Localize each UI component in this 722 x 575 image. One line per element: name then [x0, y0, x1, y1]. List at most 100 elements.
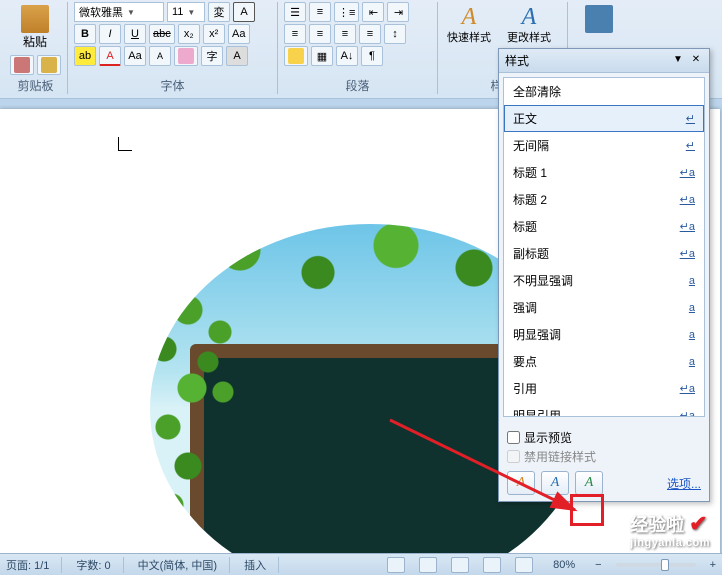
borders-button[interactable]: ▦ — [311, 46, 333, 66]
view-fullscreen-button[interactable] — [419, 557, 437, 573]
style-item-name: 标题 — [513, 218, 680, 235]
change-styles-icon: A — [522, 5, 537, 29]
align-left-button[interactable]: ≡ — [284, 24, 306, 44]
style-item-name: 引用 — [513, 380, 680, 397]
strike-button[interactable]: abc — [149, 24, 175, 44]
view-web-button[interactable] — [451, 557, 469, 573]
disable-linked-checkbox[interactable]: 禁用链接样式 — [507, 448, 701, 465]
style-item-name: 不明显强调 — [513, 272, 689, 289]
style-item[interactable]: 标题 2↵a — [504, 186, 704, 213]
align-center-button[interactable]: ≡ — [309, 24, 331, 44]
clear-format-button[interactable] — [174, 46, 198, 66]
view-draft-button[interactable] — [515, 557, 533, 573]
style-item-name: 标题 2 — [513, 191, 680, 208]
styles-list[interactable]: 全部清除正文↵无间隔↵标题 1↵a标题 2↵a标题↵a副标题↵a不明显强调a强调… — [503, 77, 705, 417]
cut-icon — [14, 57, 30, 73]
zoom-slider-thumb[interactable] — [661, 559, 669, 571]
char-border-button[interactable]: A — [233, 2, 255, 22]
style-item[interactable]: 标题 1↵a — [504, 159, 704, 186]
style-item-name: 无间隔 — [513, 137, 686, 154]
style-item-mark: ↵a — [680, 193, 695, 206]
quick-styles-button[interactable]: A 快速样式 — [444, 2, 494, 48]
bullets-button[interactable]: ☰ — [284, 2, 306, 22]
zoom-slider[interactable] — [616, 563, 696, 567]
styles-options-link[interactable]: 选项... — [667, 475, 701, 492]
style-item[interactable]: 引用↵a — [504, 375, 704, 402]
style-item-mark: ↵ — [686, 112, 695, 125]
indent-inc-button[interactable]: ⇥ — [387, 2, 409, 22]
text-cursor — [118, 137, 132, 151]
numbering-button[interactable]: ≡ — [309, 2, 331, 22]
italic-button[interactable]: I — [99, 24, 121, 44]
view-print-layout-button[interactable] — [387, 557, 405, 573]
style-item[interactable]: 副标题↵a — [504, 240, 704, 267]
disable-linked-label: 禁用链接样式 — [524, 448, 596, 465]
font-name-combo[interactable]: 微软雅黑▼ — [74, 2, 164, 22]
justify-button[interactable]: ≡ — [359, 24, 381, 44]
font-size-value: 11 — [172, 6, 183, 18]
style-inspector-button[interactable]: A — [541, 471, 569, 495]
pane-close-button[interactable]: ✕ — [689, 54, 703, 68]
highlight-button[interactable]: ab — [74, 46, 96, 66]
phonetic-guide-button[interactable]: 変 — [208, 2, 230, 22]
underline-button[interactable]: U — [124, 24, 146, 44]
style-item[interactable]: 无间隔↵ — [504, 132, 704, 159]
disable-linked-input[interactable] — [507, 450, 520, 463]
status-words[interactable]: 字数: 0 — [76, 557, 123, 573]
bold-button[interactable]: B — [74, 24, 96, 44]
superscript-button[interactable]: x² — [203, 24, 225, 44]
format-painter-button[interactable] — [37, 55, 61, 75]
status-insert-mode[interactable]: 插入 — [244, 557, 279, 573]
style-item[interactable]: 全部清除 — [504, 78, 704, 105]
cut-button[interactable] — [10, 55, 34, 75]
style-item[interactable]: 不明显强调a — [504, 267, 704, 294]
status-page[interactable]: 页面: 1/1 — [6, 557, 62, 573]
style-item[interactable]: 要点a — [504, 348, 704, 375]
style-item-name: 副标题 — [513, 245, 680, 262]
zoom-out-button[interactable]: − — [595, 559, 601, 571]
indent-dec-button[interactable]: ⇤ — [362, 2, 384, 22]
font-color-button[interactable]: A — [99, 46, 121, 66]
view-outline-button[interactable] — [483, 557, 501, 573]
show-marks-button[interactable]: ¶ — [361, 46, 383, 66]
group-clipboard: 粘贴 剪贴板 — [4, 2, 68, 94]
char-shading-button[interactable]: A — [226, 46, 248, 66]
new-style-button[interactable]: A — [507, 471, 535, 495]
paste-icon — [21, 5, 49, 33]
style-item[interactable]: 强调a — [504, 294, 704, 321]
zoom-in-button[interactable]: + — [710, 559, 716, 571]
status-language[interactable]: 中文(简体, 中国) — [138, 557, 230, 573]
change-case-button[interactable]: Aa — [228, 24, 250, 44]
show-preview-checkbox[interactable]: 显示预览 — [507, 429, 701, 446]
style-item[interactable]: 明显强调a — [504, 321, 704, 348]
grow-font-button[interactable]: Aa — [124, 46, 146, 66]
quick-styles-icon: A — [462, 5, 477, 29]
align-right-button[interactable]: ≡ — [334, 24, 356, 44]
show-preview-input[interactable] — [507, 431, 520, 444]
change-styles-button[interactable]: A 更改样式 — [504, 2, 554, 48]
shading-button[interactable] — [284, 46, 308, 66]
enclose-char-button[interactable]: 字 — [201, 46, 223, 66]
line-spacing-button[interactable]: ↕ — [384, 24, 406, 44]
sort-button[interactable]: A↓ — [336, 46, 358, 66]
style-item-name: 要点 — [513, 353, 689, 370]
change-styles-label: 更改样式 — [507, 29, 551, 45]
font-size-combo[interactable]: 11▼ — [167, 2, 205, 22]
style-item[interactable]: 明显引用↵a — [504, 402, 704, 417]
pane-dropdown-button[interactable]: ▼ — [671, 54, 685, 68]
watermark-brand: 经验啦 — [630, 515, 684, 535]
find-button[interactable] — [574, 2, 624, 36]
status-bar: 页面: 1/1 字数: 0 中文(简体, 中国) 插入 80% − + — [0, 553, 722, 575]
style-item-name: 强调 — [513, 299, 689, 316]
paste-button[interactable]: 粘贴 — [10, 2, 60, 53]
multilevel-button[interactable]: ⋮≡ — [334, 2, 359, 22]
style-item[interactable]: 标题↵a — [504, 213, 704, 240]
shrink-font-button[interactable]: A — [149, 46, 171, 66]
manage-styles-button[interactable]: A — [575, 471, 603, 495]
style-item[interactable]: 正文↵ — [504, 105, 704, 132]
style-item-name: 明显引用 — [513, 407, 680, 417]
eraser-icon — [178, 48, 194, 64]
subscript-button[interactable]: x₂ — [178, 24, 200, 44]
styles-pane-header[interactable]: 样式 ▼ ✕ — [499, 49, 709, 73]
status-zoom-value[interactable]: 80% — [553, 559, 575, 571]
